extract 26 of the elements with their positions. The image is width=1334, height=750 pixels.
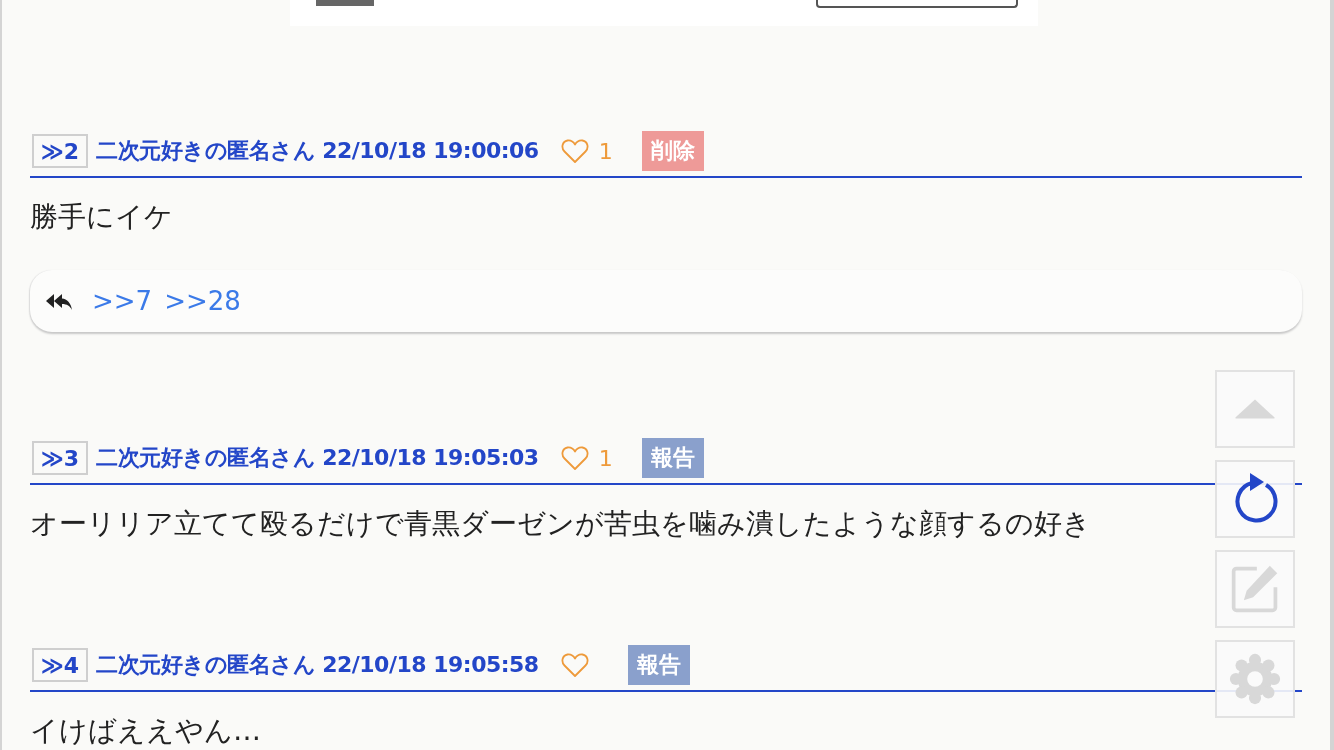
post-action-button[interactable]: 報告 bbox=[627, 645, 690, 685]
post-body: オーリリア立てて殴るだけで青黒ダーゼンが苦虫を噛み潰したような顔するの好き bbox=[30, 506, 1091, 541]
reply-all-icon bbox=[44, 291, 74, 311]
reload-button[interactable] bbox=[1215, 460, 1295, 538]
heart-icon[interactable] bbox=[560, 652, 589, 678]
post-author-date: 二次元好きの匿名さん 22/10/18 19:05:03 bbox=[96, 444, 539, 472]
post-author-date: 二次元好きの匿名さん 22/10/18 19:05:58 bbox=[96, 651, 539, 679]
post-author-date: 二次元好きの匿名さん 22/10/18 19:00:06 bbox=[96, 137, 539, 165]
post-action-button[interactable]: 報告 bbox=[641, 438, 704, 478]
heart-icon[interactable] bbox=[560, 445, 589, 471]
heart-icon[interactable] bbox=[560, 138, 589, 164]
like-count: 1 bbox=[598, 445, 614, 471]
post-body: イけばええやん… bbox=[30, 713, 261, 748]
triangle-up-icon bbox=[1233, 397, 1277, 421]
reply-link[interactable]: >>28 bbox=[164, 286, 241, 316]
post-body: 勝手にイケ bbox=[30, 199, 173, 234]
settings-icon bbox=[1229, 651, 1281, 707]
post-number[interactable]: ≫4 bbox=[32, 648, 88, 682]
reply-link[interactable]: >>7 bbox=[92, 286, 153, 316]
scroll-top-button[interactable] bbox=[1215, 370, 1295, 448]
post-number[interactable]: ≫2 bbox=[32, 134, 88, 168]
like-count: 1 bbox=[598, 138, 614, 164]
edit-button[interactable] bbox=[1215, 550, 1295, 628]
post-action-button[interactable]: 削除 bbox=[641, 131, 704, 171]
post-number[interactable]: ≫3 bbox=[32, 441, 88, 475]
settings-button[interactable] bbox=[1215, 640, 1295, 718]
